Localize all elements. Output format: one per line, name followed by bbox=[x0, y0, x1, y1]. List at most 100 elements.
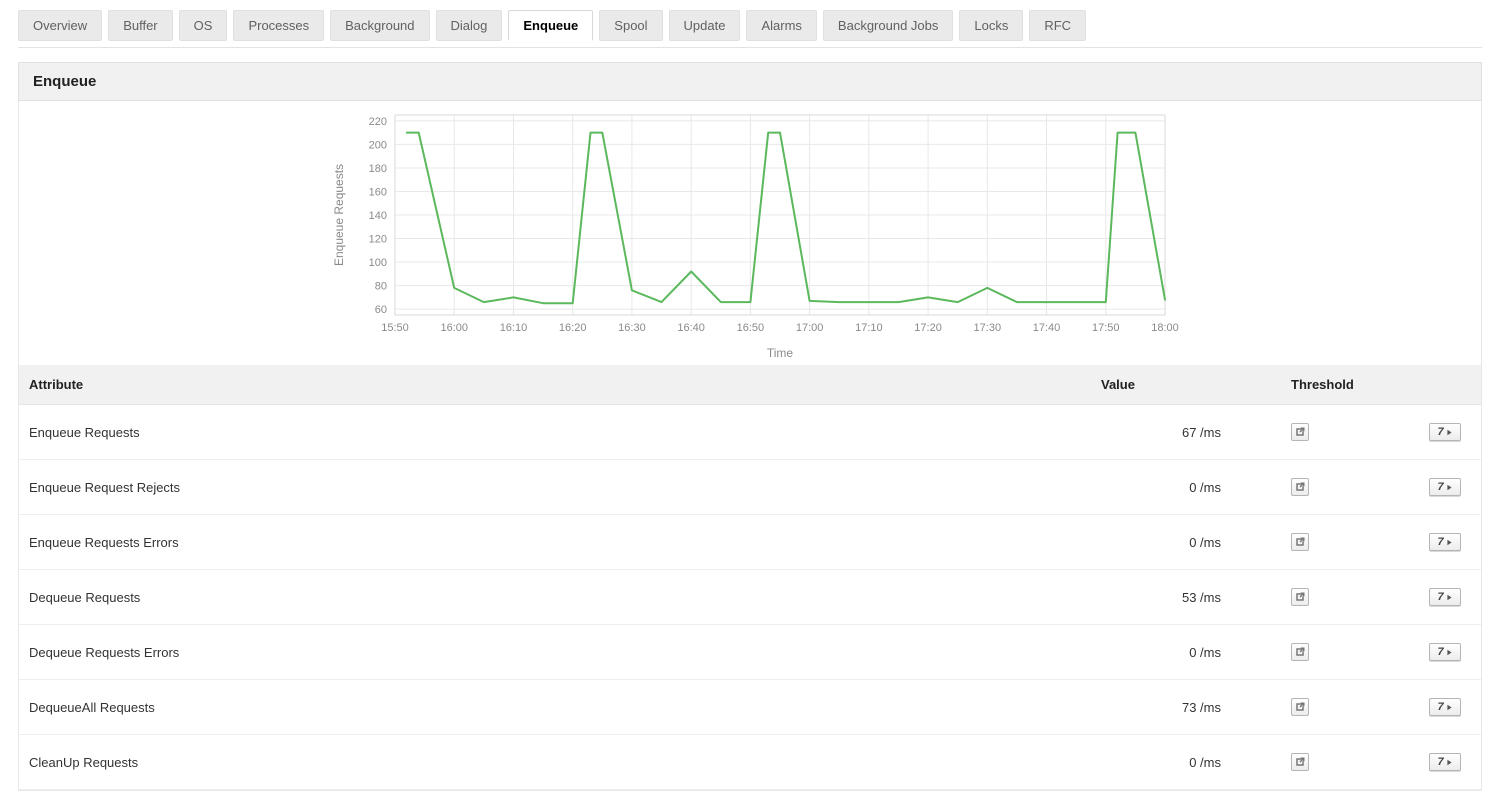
history-button[interactable]: 7 bbox=[1429, 478, 1461, 496]
tab-overview[interactable]: Overview bbox=[18, 10, 102, 41]
col-value: Value bbox=[1091, 365, 1251, 405]
col-action bbox=[1401, 365, 1481, 405]
svg-text:17:40: 17:40 bbox=[1033, 322, 1061, 334]
attr-value: 0 /ms bbox=[1091, 625, 1251, 680]
svg-text:Enqueue Requests: Enqueue Requests bbox=[332, 164, 346, 266]
tab-bar: OverviewBufferOSProcessesBackgroundDialo… bbox=[18, 10, 1482, 48]
attribute-table: Attribute Value Threshold Enqueue Reques… bbox=[19, 365, 1481, 790]
table-row: Dequeue Requests53 /ms 7 bbox=[19, 570, 1481, 625]
attr-value: 67 /ms bbox=[1091, 405, 1251, 460]
col-attribute: Attribute bbox=[19, 365, 1091, 405]
action-cell: 7 bbox=[1401, 405, 1481, 460]
svg-text:18:00: 18:00 bbox=[1151, 322, 1179, 334]
table-row: DequeueAll Requests73 /ms 7 bbox=[19, 680, 1481, 735]
threshold-cell bbox=[1251, 515, 1401, 570]
attr-name: Enqueue Request Rejects bbox=[19, 460, 1091, 515]
attr-name: Dequeue Requests Errors bbox=[19, 625, 1091, 680]
tab-background-jobs[interactable]: Background Jobs bbox=[823, 10, 953, 41]
table-row: CleanUp Requests0 /ms 7 bbox=[19, 735, 1481, 790]
svg-text:15:50: 15:50 bbox=[381, 322, 409, 334]
history-button-label: 7 bbox=[1437, 646, 1443, 658]
svg-text:80: 80 bbox=[375, 281, 387, 293]
attr-name: CleanUp Requests bbox=[19, 735, 1091, 790]
table-row: Enqueue Request Rejects0 /ms 7 bbox=[19, 460, 1481, 515]
history-button-label: 7 bbox=[1437, 536, 1443, 548]
section-title: Enqueue bbox=[18, 62, 1482, 101]
tab-dialog[interactable]: Dialog bbox=[436, 10, 503, 41]
tab-spool[interactable]: Spool bbox=[599, 10, 662, 41]
svg-text:220: 220 bbox=[369, 116, 387, 128]
tab-update[interactable]: Update bbox=[669, 10, 741, 41]
tab-background[interactable]: Background bbox=[330, 10, 429, 41]
table-row: Enqueue Requests67 /ms 7 bbox=[19, 405, 1481, 460]
content-box: 60 80 100 120 140 160 180 200 220 15:50 16:00 16:10… bbox=[18, 101, 1482, 791]
col-threshold: Threshold bbox=[1251, 365, 1401, 405]
popout-icon[interactable] bbox=[1291, 753, 1309, 771]
popout-icon[interactable] bbox=[1291, 423, 1309, 441]
history-button[interactable]: 7 bbox=[1429, 643, 1461, 661]
threshold-cell bbox=[1251, 570, 1401, 625]
svg-text:17:20: 17:20 bbox=[914, 322, 942, 334]
popout-icon[interactable] bbox=[1291, 643, 1309, 661]
svg-text:160: 160 bbox=[369, 186, 387, 198]
popout-icon[interactable] bbox=[1291, 533, 1309, 551]
svg-text:16:30: 16:30 bbox=[618, 322, 646, 334]
table-head-row: Attribute Value Threshold bbox=[19, 365, 1481, 405]
popout-icon[interactable] bbox=[1291, 588, 1309, 606]
svg-text:17:50: 17:50 bbox=[1092, 322, 1120, 334]
attr-value: 53 /ms bbox=[1091, 570, 1251, 625]
action-cell: 7 bbox=[1401, 680, 1481, 735]
svg-text:200: 200 bbox=[369, 139, 387, 151]
svg-text:100: 100 bbox=[369, 257, 387, 269]
svg-text:120: 120 bbox=[369, 234, 387, 246]
attr-value: 0 /ms bbox=[1091, 735, 1251, 790]
svg-text:16:10: 16:10 bbox=[500, 322, 528, 334]
tab-os[interactable]: OS bbox=[179, 10, 228, 41]
history-button-label: 7 bbox=[1437, 481, 1443, 493]
action-cell: 7 bbox=[1401, 570, 1481, 625]
history-button[interactable]: 7 bbox=[1429, 588, 1461, 606]
svg-text:Time: Time bbox=[767, 346, 794, 360]
attr-name: Enqueue Requests bbox=[19, 405, 1091, 460]
svg-text:16:40: 16:40 bbox=[677, 322, 705, 334]
tab-alarms[interactable]: Alarms bbox=[746, 10, 816, 41]
attr-value: 0 /ms bbox=[1091, 460, 1251, 515]
chart-wrap: 60 80 100 120 140 160 180 200 220 15:50 16:00 16:10… bbox=[19, 105, 1481, 365]
history-button[interactable]: 7 bbox=[1429, 423, 1461, 441]
attr-value: 73 /ms bbox=[1091, 680, 1251, 735]
svg-text:180: 180 bbox=[369, 163, 387, 175]
attr-name: Dequeue Requests bbox=[19, 570, 1091, 625]
history-button[interactable]: 7 bbox=[1429, 698, 1461, 716]
svg-text:140: 140 bbox=[369, 210, 387, 222]
table-row: Dequeue Requests Errors0 /ms 7 bbox=[19, 625, 1481, 680]
attr-value: 0 /ms bbox=[1091, 515, 1251, 570]
threshold-cell bbox=[1251, 735, 1401, 790]
tab-processes[interactable]: Processes bbox=[233, 10, 324, 41]
table-row: Enqueue Requests Errors0 /ms 7 bbox=[19, 515, 1481, 570]
svg-text:16:50: 16:50 bbox=[737, 322, 765, 334]
action-cell: 7 bbox=[1401, 460, 1481, 515]
threshold-cell bbox=[1251, 625, 1401, 680]
action-cell: 7 bbox=[1401, 625, 1481, 680]
tab-buffer[interactable]: Buffer bbox=[108, 10, 172, 41]
attr-name: Enqueue Requests Errors bbox=[19, 515, 1091, 570]
svg-text:60: 60 bbox=[375, 304, 387, 316]
svg-text:16:00: 16:00 bbox=[440, 322, 468, 334]
history-button-label: 7 bbox=[1437, 701, 1443, 713]
threshold-cell bbox=[1251, 405, 1401, 460]
svg-text:17:00: 17:00 bbox=[796, 322, 824, 334]
history-button[interactable]: 7 bbox=[1429, 753, 1461, 771]
popout-icon[interactable] bbox=[1291, 478, 1309, 496]
tab-rfc[interactable]: RFC bbox=[1029, 10, 1086, 41]
action-cell: 7 bbox=[1401, 515, 1481, 570]
history-button[interactable]: 7 bbox=[1429, 533, 1461, 551]
enqueue-chart: 60 80 100 120 140 160 180 200 220 15:50 16:00 16:10… bbox=[315, 105, 1185, 365]
svg-text:17:30: 17:30 bbox=[974, 322, 1002, 334]
attr-name: DequeueAll Requests bbox=[19, 680, 1091, 735]
tab-locks[interactable]: Locks bbox=[959, 10, 1023, 41]
popout-icon[interactable] bbox=[1291, 698, 1309, 716]
tab-enqueue[interactable]: Enqueue bbox=[508, 10, 593, 41]
history-button-label: 7 bbox=[1437, 426, 1443, 438]
action-cell: 7 bbox=[1401, 735, 1481, 790]
svg-text:17:10: 17:10 bbox=[855, 322, 883, 334]
